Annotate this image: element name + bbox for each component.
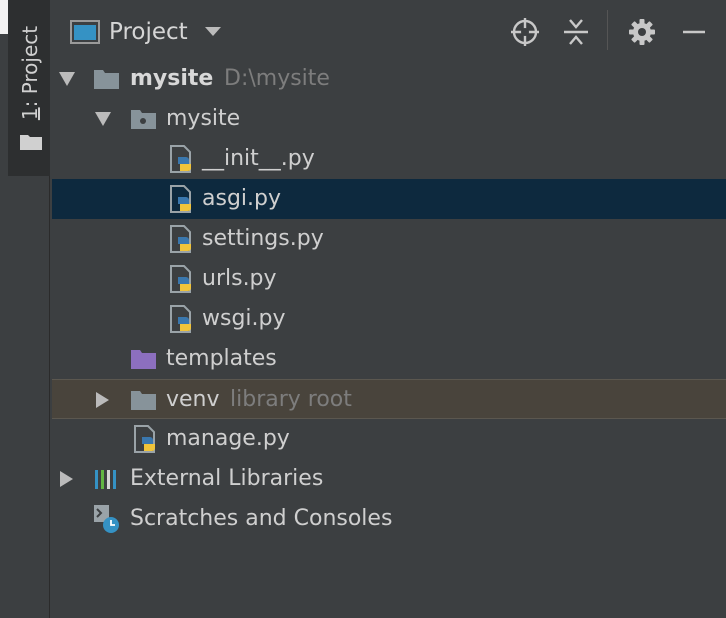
file-name: asgi.py [202,186,281,211]
root-name: mysite [130,66,214,91]
tree-node-file-selected[interactable]: asgi.py [52,179,726,219]
collapse-all-icon[interactable] [558,14,594,50]
manage-name: manage.py [166,426,290,451]
folder-icon [94,70,119,89]
file-name: urls.py [202,266,277,291]
python-file-icon [170,265,191,293]
tree-node-file[interactable]: __init__.py [52,139,726,179]
folder-icon [131,391,156,410]
package-name: mysite [166,106,241,131]
project-header: Project [52,0,726,62]
python-file-icon [170,185,191,213]
templates-name: templates [166,346,277,371]
scratches-icon [94,505,119,533]
tree-node-file[interactable]: wsgi.py [52,299,726,339]
python-file-icon [170,145,191,173]
project-tool-tab[interactable]: 1: Project [8,0,50,176]
tree-node-venv[interactable]: venv library root [52,379,726,419]
project-tree: mysite D:\mysite mysite __init__.py asgi… [52,59,726,539]
tree-node-manage[interactable]: manage.py [52,419,726,459]
package-folder-icon [131,110,156,129]
python-file-icon [134,425,155,453]
gear-icon[interactable] [624,14,660,50]
tree-node-file[interactable]: settings.py [52,219,726,259]
strip-cap [0,0,8,34]
tree-node-scratches[interactable]: Scratches and Consoles [52,499,726,539]
chevron-down-icon[interactable] [204,26,222,38]
tree-node-package[interactable]: mysite [52,99,726,139]
tree-node-templates[interactable]: templates [52,339,726,379]
locate-icon[interactable] [507,14,543,50]
collapsed-arrow-icon[interactable] [94,380,110,420]
project-tool-tab-label: 1: Project [18,25,42,121]
python-file-icon [170,305,191,333]
library-icon [95,470,116,489]
expanded-arrow-icon[interactable] [59,59,75,99]
root-path: D:\mysite [224,66,330,91]
project-view-selector[interactable]: Project [109,16,188,48]
file-name: settings.py [202,226,324,251]
header-separator [607,10,608,50]
file-name: wsgi.py [202,306,286,331]
external-libraries-name: External Libraries [130,466,324,491]
folder-icon [20,135,42,150]
file-name: __init__.py [202,146,315,171]
tool-window-strip: 1: Project [0,0,50,618]
minimize-icon[interactable] [676,14,712,50]
scratches-name: Scratches and Consoles [130,506,393,531]
collapsed-arrow-icon[interactable] [58,459,74,499]
project-view-icon [70,20,100,44]
tree-node-file[interactable]: urls.py [52,259,726,299]
tree-node-root[interactable]: mysite D:\mysite [52,59,726,99]
python-file-icon [170,225,191,253]
venv-name: venv [166,387,220,412]
templates-folder-icon [131,350,156,369]
expanded-arrow-icon[interactable] [95,99,111,139]
tree-node-external-libraries[interactable]: External Libraries [52,459,726,499]
venv-note: library root [230,387,352,412]
